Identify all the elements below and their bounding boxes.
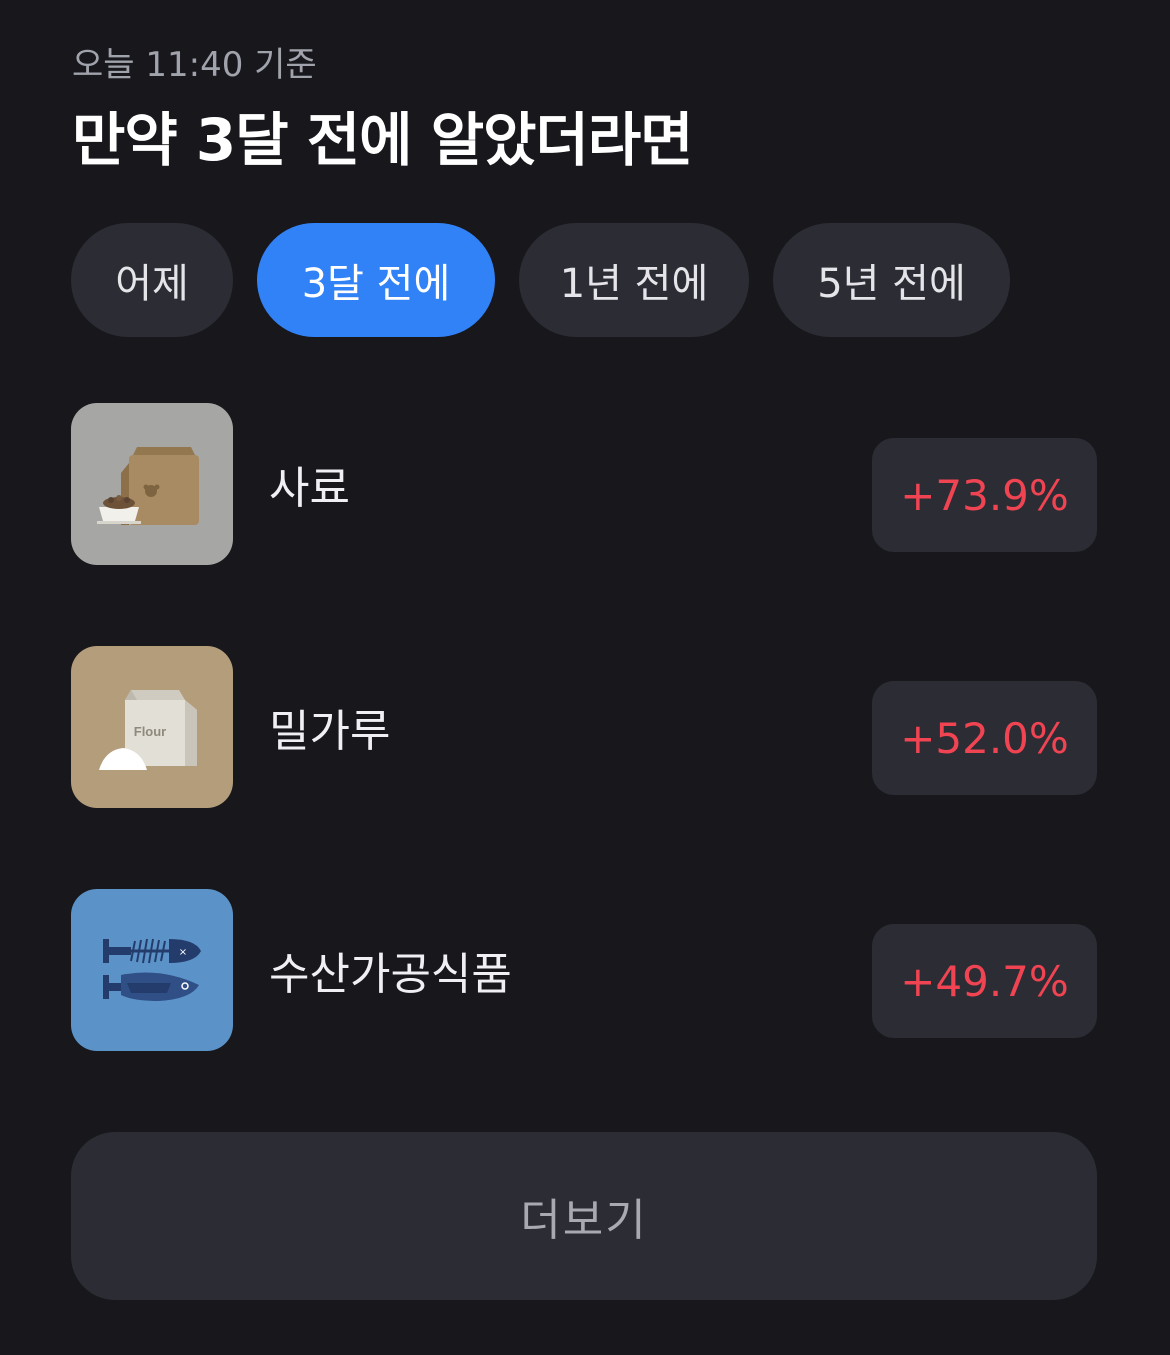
change-badge: +49.7% — [872, 924, 1097, 1038]
tab-3-months-ago-label: 3달 전에 — [301, 261, 451, 307]
svg-text:×: × — [179, 947, 187, 958]
more-button-label: 더보기 — [520, 1195, 648, 1246]
flour-bag-icon: Flour — [71, 646, 233, 808]
tab-yesterday-label: 어제 — [115, 261, 189, 307]
flour-bag-text: Flour — [134, 724, 167, 739]
pet-food-bag-icon — [71, 403, 233, 565]
change-badge: +73.9% — [872, 438, 1097, 552]
change-value: +52.0% — [900, 713, 1069, 763]
item-name: 밀가루 — [269, 706, 391, 757]
change-badge: +52.0% — [872, 681, 1097, 795]
more-button[interactable]: 더보기 — [71, 1132, 1097, 1300]
change-value: +73.9% — [900, 470, 1069, 520]
timestamp-label: 오늘 11:40 기준 — [72, 45, 317, 85]
list-item[interactable]: × 수산가공식품 +49.7% — [71, 889, 1097, 1051]
page-title: 만약 3달 전에 알았더라면 — [72, 106, 694, 174]
item-name: 사료 — [269, 463, 350, 514]
tab-1-year-ago[interactable]: 1년 전에 — [519, 223, 749, 337]
change-value: +49.7% — [900, 956, 1069, 1006]
list-item[interactable]: Flour 밀가루 +52.0% — [71, 646, 1097, 808]
list-item[interactable]: 사료 +73.9% — [71, 403, 1097, 565]
tab-yesterday[interactable]: 어제 — [71, 223, 233, 337]
tab-5-years-ago[interactable]: 5년 전에 — [773, 223, 1010, 337]
tab-5-years-ago-label: 5년 전에 — [817, 261, 966, 307]
item-name: 수산가공식품 — [269, 949, 512, 1000]
tab-3-months-ago[interactable]: 3달 전에 — [257, 223, 495, 337]
fish-icon: × — [71, 889, 233, 1051]
tab-1-year-ago-label: 1년 전에 — [559, 261, 709, 307]
